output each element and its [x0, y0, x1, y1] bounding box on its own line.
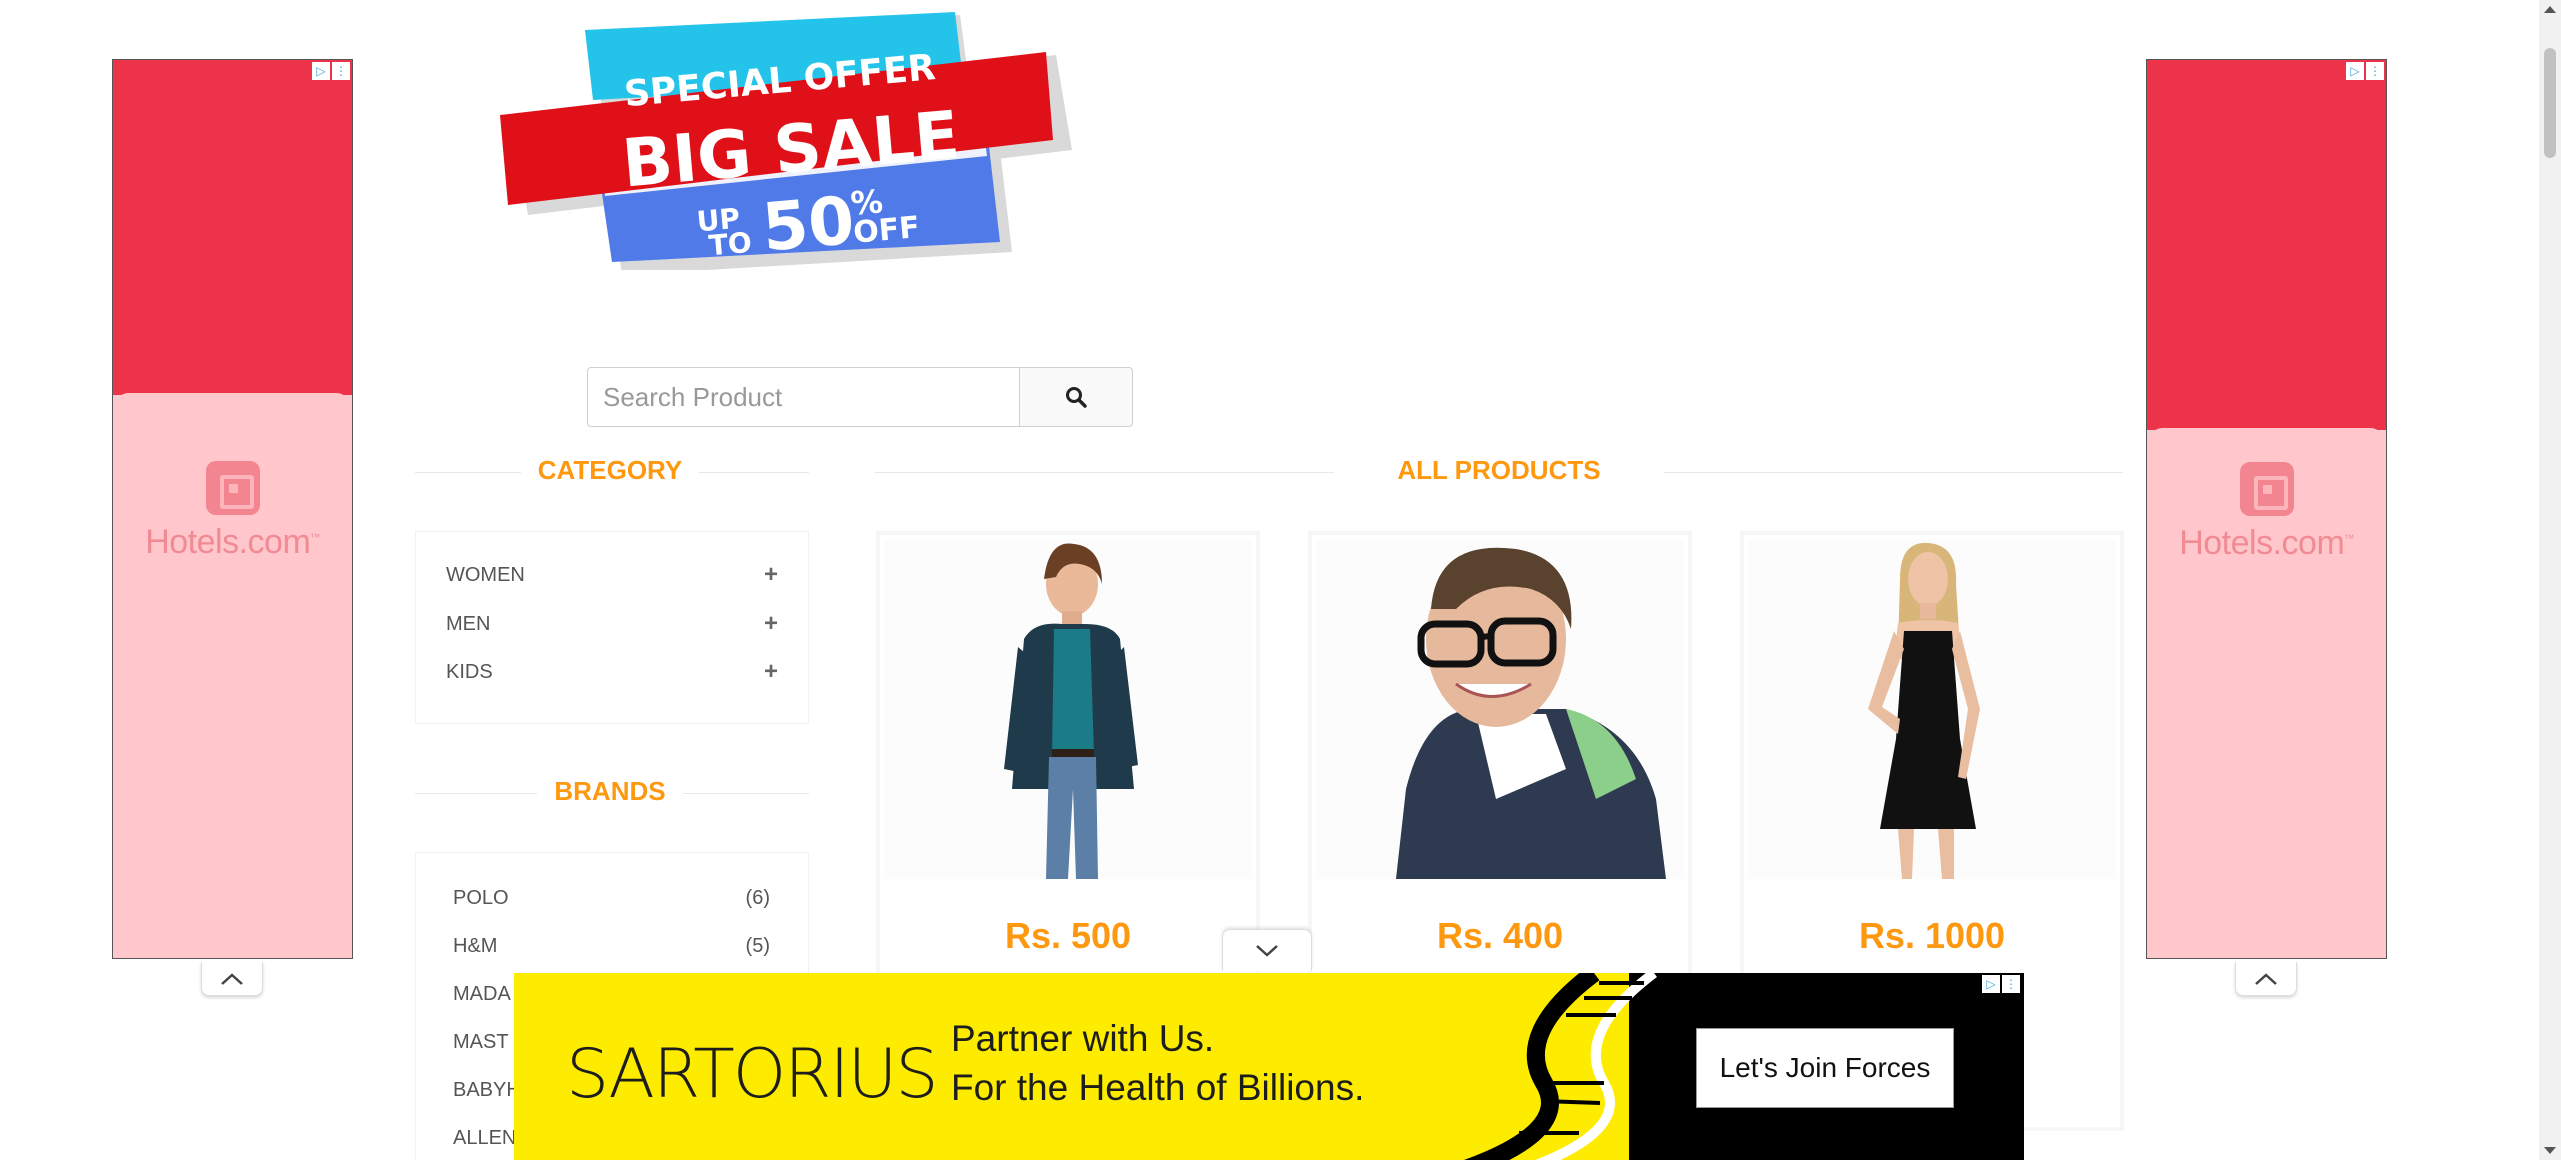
product-photo-man: [1396, 547, 1666, 879]
search-button[interactable]: [1019, 367, 1133, 427]
category-label: MEN: [446, 612, 491, 635]
left-side-ad[interactable]: Hotels.com™ ▷ ⋮: [112, 59, 353, 959]
ad-tagline-2: For the Health of Billions.: [951, 1067, 1365, 1108]
right-side-ad[interactable]: Hotels.com™ ▷ ⋮: [2146, 59, 2387, 959]
ad-red-block: [113, 60, 352, 395]
plus-icon[interactable]: +: [764, 561, 778, 589]
scroll-up-icon[interactable]: [2544, 6, 2556, 13]
hotels-logo-icon: [205, 461, 260, 515]
all-products-title: ALL PRODUCTS: [1334, 455, 1664, 486]
ad-red-block: [2147, 60, 2386, 430]
ad-body: Hotels.com™: [113, 393, 352, 958]
product-image[interactable]: [1748, 539, 2116, 879]
category-label: WOMEN: [446, 563, 525, 586]
brand-label: POLO: [453, 887, 509, 909]
sartorius-logo: SARTORIUS: [566, 1035, 939, 1114]
product-price: Rs. 1000: [1858, 915, 2006, 956]
adchoices-play-icon[interactable]: ▷: [2346, 62, 2364, 80]
brand-count: (6): [745, 887, 770, 909]
hotels-brand: Hotels.com™: [145, 523, 320, 561]
adchoices[interactable]: ▷ ⋮: [312, 62, 350, 80]
search-icon: [1066, 387, 1087, 408]
right-ad-collapse-button[interactable]: [2235, 962, 2297, 996]
hotels-brand: Hotels.com™: [2179, 524, 2354, 562]
left-ad-collapse-button[interactable]: [201, 962, 263, 996]
sale-banner-graphic: SPECIAL OFFER BIG SALE UP TO 50 % OFF: [500, 12, 1072, 275]
chevron-up-icon: [2255, 972, 2277, 985]
category-item-kids[interactable]: KIDS +: [446, 658, 778, 686]
brand-count: (5): [745, 935, 770, 957]
product-photo-woman: [1004, 543, 1138, 879]
adchoices-more-icon[interactable]: ⋮: [2002, 975, 2020, 993]
bottom-ad-collapse-button[interactable]: [1222, 929, 1312, 971]
plus-icon[interactable]: +: [764, 610, 778, 638]
adchoices-play-icon[interactable]: ▷: [1982, 975, 2000, 993]
chevron-down-icon: [1256, 944, 1278, 957]
sale-banner[interactable]: SPECIAL OFFER BIG SALE UP TO 50 % OFF: [500, 10, 1080, 275]
adchoices-more-icon[interactable]: ⋮: [332, 62, 350, 80]
brand-item[interactable]: POLO (6): [453, 887, 770, 910]
banner-fifty: 50: [759, 182, 857, 267]
search-input[interactable]: [587, 367, 1021, 427]
brand-label: H&M: [453, 935, 498, 957]
brand-label: MAST: [453, 1031, 509, 1053]
adchoices-play-icon[interactable]: ▷: [312, 62, 330, 80]
brands-title: BRANDS: [537, 776, 683, 807]
product-price: Rs. 500: [1004, 915, 1132, 956]
category-item-women[interactable]: WOMEN +: [446, 561, 778, 589]
category-title: CATEGORY: [521, 455, 699, 486]
chevron-up-icon: [221, 972, 243, 985]
dna-graphic: [1463, 973, 1658, 1160]
banner-to: TO: [707, 226, 753, 263]
bottom-ad-banner[interactable]: SARTORIUS Partner with Us. For the Healt…: [514, 973, 2024, 1160]
adchoices[interactable]: ▷ ⋮: [2346, 62, 2384, 80]
adchoices[interactable]: ▷ ⋮: [1982, 975, 2020, 993]
hotels-logo-icon: [2239, 462, 2294, 516]
category-item-men[interactable]: MEN +: [446, 610, 778, 638]
scroll-thumb[interactable]: [2544, 48, 2556, 158]
category-label: KIDS: [446, 660, 493, 683]
product-photo-woman-dress: [1868, 542, 1980, 879]
ad-body: Hotels.com™: [2147, 428, 2386, 958]
brand-item[interactable]: H&M (5): [453, 935, 770, 958]
product-image[interactable]: [884, 539, 1252, 879]
plus-icon[interactable]: +: [764, 658, 778, 686]
banner-off: OFF: [852, 210, 921, 251]
product-price: Rs. 400: [1436, 915, 1564, 956]
join-forces-button[interactable]: Let's Join Forces: [1696, 1028, 1954, 1108]
vertical-scrollbar[interactable]: [2539, 0, 2561, 1160]
brand-label: BABYH: [453, 1079, 521, 1101]
category-panel: WOMEN + MEN + KIDS +: [415, 531, 809, 724]
adchoices-more-icon[interactable]: ⋮: [2366, 62, 2384, 80]
ad-tagline-1: Partner with Us.: [951, 1018, 1215, 1059]
scroll-down-icon[interactable]: [2544, 1147, 2556, 1154]
brand-label: MADA: [453, 983, 511, 1005]
brand-label: ALLEN: [453, 1127, 517, 1149]
product-image[interactable]: [1316, 539, 1684, 879]
